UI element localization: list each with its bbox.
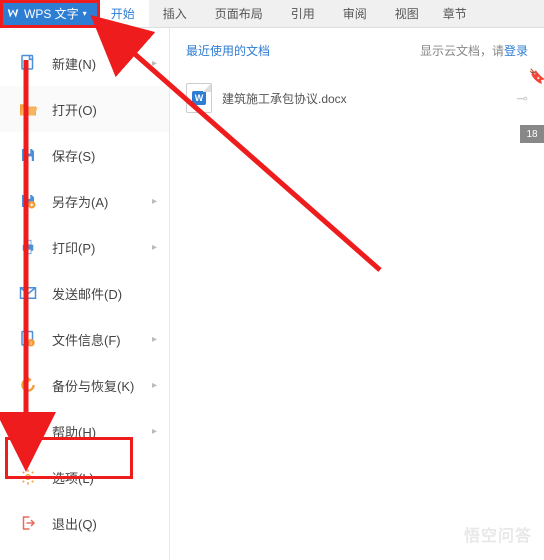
menu-file-info[interactable]: i 文件信息(F) ▸ [0,316,169,362]
mail-icon [18,283,38,303]
svg-text:i: i [30,341,31,347]
backup-icon [18,375,38,395]
options-icon [18,467,38,487]
menu-label: 打印(P) [52,238,95,257]
new-file-icon [18,53,38,73]
tab-page-layout[interactable]: 页面布局 [201,0,277,27]
watermark: 悟空问答 [464,522,532,546]
dropdown-icon: ▾ [83,9,87,18]
menu-save-as[interactable]: 另存为(A) ▸ [0,178,169,224]
ruler-marker: 18 [520,125,544,143]
app-name: WPS 文字 [24,5,79,22]
menu-label: 备份与恢复(K) [52,376,134,395]
tab-chapter[interactable]: 章节 [433,0,473,27]
menu-backup[interactable]: 备份与恢复(K) ▸ [0,362,169,408]
menu-label: 打开(O) [52,100,97,119]
menu-open[interactable]: 打开(O) [0,86,169,132]
main-area: 新建(N) ▸ 打开(O) 保存(S) 另存为(A) ▸ 打印(P) ▸ 发送邮… [0,28,544,560]
menu-label: 帮助(H) [52,422,96,441]
ribbon-tabs: 开始 插入 页面布局 引用 审阅 视图 章节 [97,0,473,27]
save-icon [18,145,38,165]
title-bar: WPS 文字 ▾ 开始 插入 页面布局 引用 审阅 视图 章节 [0,0,544,28]
content-header: 最近使用的文档 显示云文档，请登录 [186,42,528,59]
tab-view[interactable]: 视图 [381,0,433,27]
word-doc-icon: W [186,83,212,113]
menu-send-mail[interactable]: 发送邮件(D) [0,270,169,316]
tab-insert[interactable]: 插入 [149,0,201,27]
tab-start[interactable]: 开始 [97,0,149,27]
menu-label: 另存为(A) [52,192,108,211]
content-pane: 最近使用的文档 显示云文档，请登录 W 建筑施工承包协议.docx ⊸ 🔖 [170,28,544,560]
bookmark-icon[interactable]: 🔖 [529,68,544,85]
open-folder-icon [18,99,38,119]
recent-docs-title: 最近使用的文档 [186,42,270,59]
chevron-right-icon: ▸ [152,242,157,253]
chevron-right-icon: ▸ [152,380,157,391]
app-badge[interactable]: WPS 文字 ▾ [0,0,97,27]
menu-save[interactable]: 保存(S) [0,132,169,178]
cloud-prefix: 显示云文档，请 [420,44,504,58]
menu-label: 新建(N) [52,54,96,73]
file-menu-sidebar: 新建(N) ▸ 打开(O) 保存(S) 另存为(A) ▸ 打印(P) ▸ 发送邮… [0,28,170,560]
wps-logo-icon [6,7,20,21]
menu-help[interactable]: ? 帮助(H) ▸ [0,408,169,454]
menu-new[interactable]: 新建(N) ▸ [0,40,169,86]
cloud-docs-text: 显示云文档，请登录 [420,42,528,59]
menu-label: 保存(S) [52,146,95,165]
print-icon [18,237,38,257]
exit-icon [18,513,38,533]
pin-icon[interactable]: ⊸ [516,90,528,107]
save-as-icon [18,191,38,211]
chevron-right-icon: ▸ [152,426,157,437]
menu-label: 文件信息(F) [52,330,121,349]
chevron-right-icon: ▸ [152,196,157,207]
chevron-right-icon: ▸ [152,334,157,345]
login-link[interactable]: 登录 [504,44,528,58]
file-info-icon: i [18,329,38,349]
tab-review[interactable]: 审阅 [329,0,381,27]
menu-exit[interactable]: 退出(Q) [0,500,169,546]
menu-print[interactable]: 打印(P) ▸ [0,224,169,270]
tab-references[interactable]: 引用 [277,0,329,27]
doc-filename: 建筑施工承包协议.docx [222,90,347,107]
svg-text:?: ? [25,427,31,438]
menu-label: 发送邮件(D) [52,284,122,303]
menu-label: 退出(Q) [52,514,97,533]
chevron-right-icon: ▸ [152,58,157,69]
menu-label: 选项(L) [52,468,94,487]
recent-doc-row[interactable]: W 建筑施工承包协议.docx ⊸ [186,77,528,119]
help-icon: ? [18,421,38,441]
menu-options[interactable]: 选项(L) [0,454,169,500]
